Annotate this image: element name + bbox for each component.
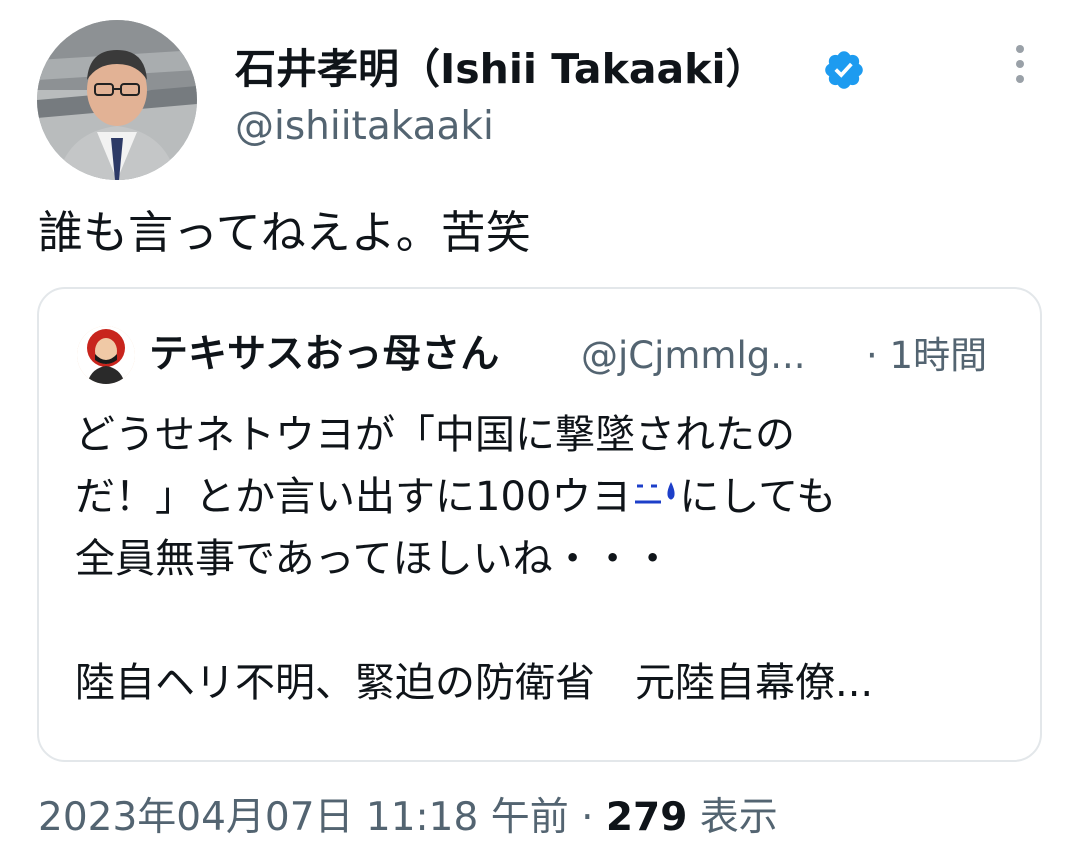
views-label[interactable]: 表示 xyxy=(700,795,778,840)
more-options-icon[interactable] xyxy=(1006,45,1034,89)
tweet-timestamp[interactable]: 2023年04月07日 11:18 午前 xyxy=(38,795,569,840)
quote-link-title[interactable]: 陸自ヘリ不明、緊迫の防衛省 元陸自幕僚... xyxy=(75,652,873,714)
tweet-meta-row: 2023年04月07日 11:18 午前 · 279 表示 xyxy=(38,790,778,846)
quoted-tweet-card[interactable]: テキサスおっ母さん @jCjmmlg... · 1時間 どうせネトウヨが「中国に… xyxy=(37,287,1042,762)
quote-body: どうせネトウヨが「中国に撃墜されたの だ！」とか言い出すに100ウヨ にしても … xyxy=(75,404,873,714)
verified-badge-icon xyxy=(822,48,866,92)
quote-author-handle[interactable]: @jCjmmlg... xyxy=(581,329,806,383)
author-avatar[interactable] xyxy=(37,20,197,180)
tweet-text: 誰も言ってねえよ。苦笑 xyxy=(38,206,531,259)
author-handle[interactable]: @ishiitakaaki xyxy=(235,100,494,154)
meta-separator: · xyxy=(581,795,594,840)
quote-author-display-name[interactable]: テキサスおっ母さん xyxy=(149,327,499,383)
quote-line-part: だ！」とか言い出すに100ウヨ xyxy=(75,474,632,520)
quote-line: だ！」とか言い出すに100ウヨ にしても xyxy=(75,466,873,528)
views-count[interactable]: 279 xyxy=(606,795,687,840)
sweat-smile-emoji-icon xyxy=(631,472,679,516)
quote-line: 全員無事であってほしいね・・・ xyxy=(75,536,673,582)
quote-line-part: にしても xyxy=(679,474,837,520)
quote-author-avatar[interactable] xyxy=(77,326,135,384)
quote-line: どうせネトウヨが「中国に撃墜されたの xyxy=(75,412,795,458)
quote-time[interactable]: · 1時間 xyxy=(866,329,987,383)
author-display-name[interactable]: 石井孝明（Ishii Takaaki） xyxy=(235,40,767,98)
